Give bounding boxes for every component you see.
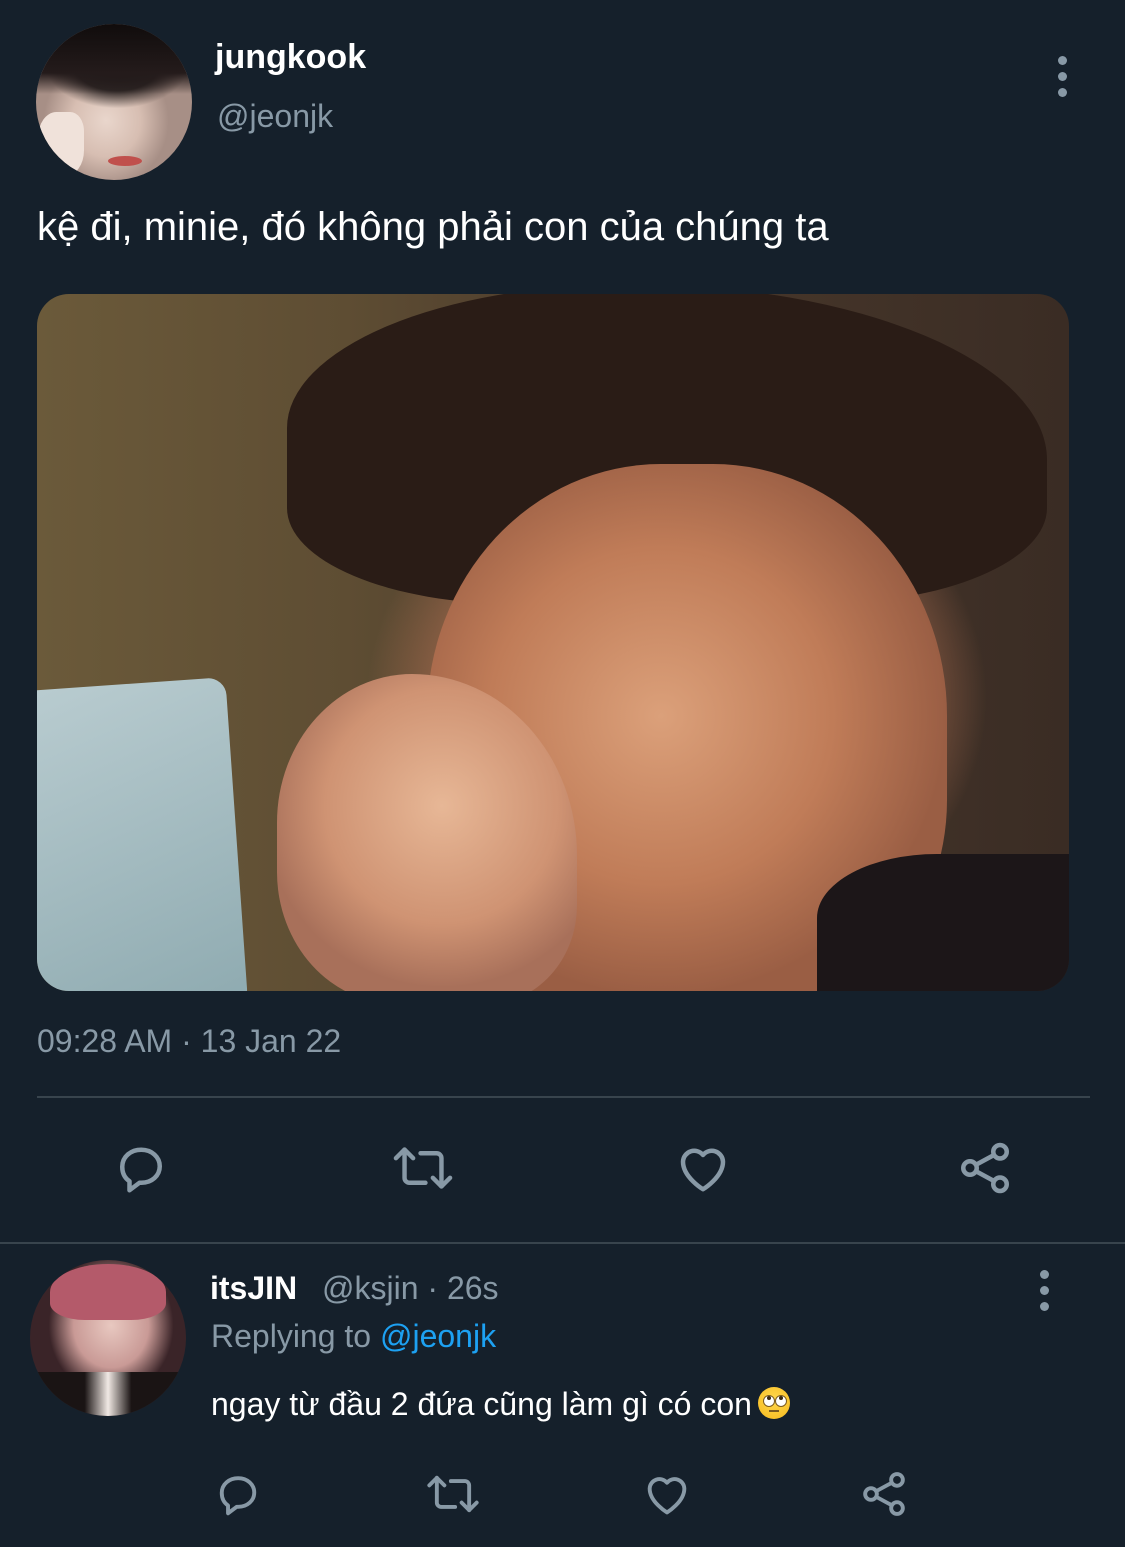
reply-icon [219, 1476, 257, 1516]
rolling-eyes-emoji-icon [757, 1387, 790, 1419]
like-icon [680, 1148, 726, 1192]
like-icon [647, 1477, 687, 1515]
reply-avatar[interactable] [30, 1260, 186, 1416]
reply-text: ngay từ đầu 2 đứa cũng làm gì có con [211, 1386, 752, 1422]
tweet-image[interactable] [37, 294, 1069, 991]
reply-retweet-button[interactable] [425, 1468, 481, 1520]
reply-handle[interactable]: @ksjin [322, 1270, 419, 1306]
replying-to-prefix: Replying to [211, 1318, 380, 1354]
avatar-hand [38, 112, 84, 176]
avatar[interactable] [36, 24, 192, 180]
reply-time: 26s [446, 1270, 499, 1306]
reply-separator: · [418, 1270, 447, 1306]
reply-like-button[interactable] [641, 1468, 693, 1520]
reply-avatar-jacket [30, 1372, 186, 1416]
share-button[interactable] [955, 1138, 1015, 1198]
avatar-hair [36, 24, 192, 94]
reply-share-button[interactable] [858, 1468, 910, 1520]
tweet-text: kệ đi, minie, đó không phải con của chún… [37, 205, 829, 249]
main-tweet: jungkook @jeonjk kệ đi, minie, đó không … [0, 0, 1125, 1242]
retweet-button[interactable] [391, 1138, 453, 1198]
replying-to: Replying to @jeonjk [211, 1318, 496, 1355]
divider [37, 1096, 1090, 1098]
reply-meta: @ksjin · 26s [322, 1270, 499, 1307]
share-icon [960, 1142, 1010, 1194]
reply-more-options-icon[interactable] [1038, 1270, 1050, 1314]
reply-display-name[interactable]: itsJIN [210, 1270, 297, 1307]
image-screen [37, 677, 249, 991]
reply-avatar-hair [50, 1264, 166, 1320]
reply-icon [120, 1147, 162, 1193]
avatar-lips [108, 156, 142, 166]
reply-button[interactable] [111, 1138, 171, 1198]
retweet-icon [393, 1147, 453, 1189]
like-button[interactable] [673, 1138, 733, 1198]
user-handle[interactable]: @jeonjk [217, 98, 333, 135]
share-icon [863, 1472, 905, 1516]
tweet-timestamp[interactable]: 09:28 AM · 13 Jan 22 [37, 1023, 341, 1060]
image-shirt [817, 854, 1069, 991]
more-options-icon[interactable] [1056, 56, 1068, 100]
reply-tweet[interactable]: itsJIN @ksjin · 26s Replying to @jeonjk … [0, 1244, 1125, 1547]
replying-to-mention[interactable]: @jeonjk [380, 1318, 496, 1354]
display-name[interactable]: jungkook [215, 38, 366, 77]
reply-reply-button[interactable] [212, 1468, 264, 1520]
retweet-icon [427, 1475, 479, 1513]
reply-text-row: ngay từ đầu 2 đứa cũng làm gì có con [211, 1386, 790, 1423]
